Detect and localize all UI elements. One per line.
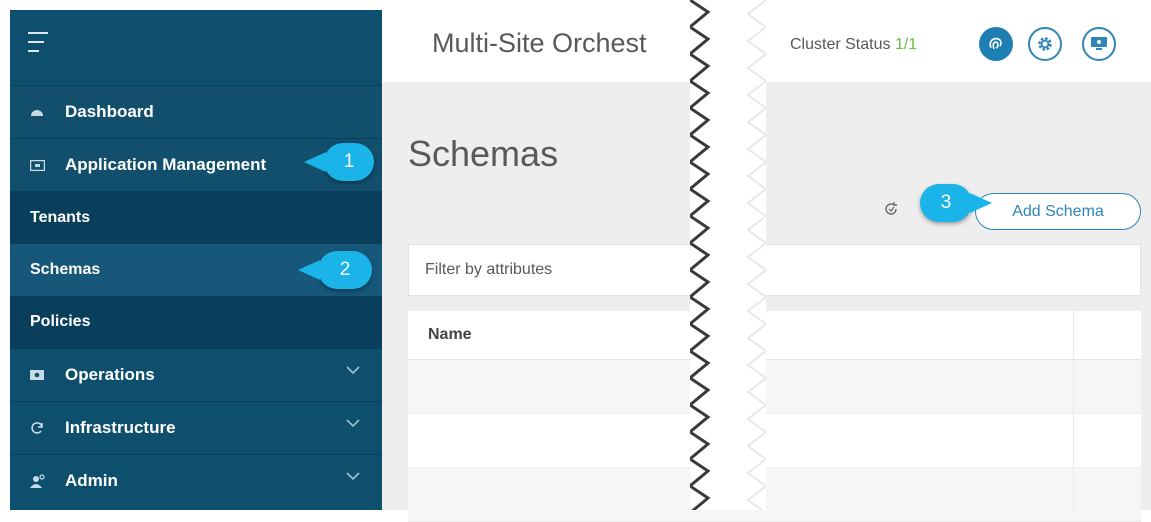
dashboard-icon xyxy=(29,107,45,117)
sidebar-item-policies[interactable]: Policies xyxy=(10,296,382,349)
callout-number: 1 xyxy=(343,151,355,172)
top-header: Multi-Site Orchest Cluster Status 1/1 xyxy=(382,0,1151,82)
fingerprint-icon[interactable] xyxy=(979,27,1013,61)
sidebar-subitem-label: Schemas xyxy=(30,261,101,278)
sidebar-header xyxy=(10,10,382,86)
column-header-name: Name xyxy=(428,326,472,343)
table-row[interactable] xyxy=(408,468,1141,522)
callout-1: 1 xyxy=(304,143,374,181)
operations-icon xyxy=(29,370,45,380)
hamburger-icon[interactable] xyxy=(28,32,48,54)
sidebar-item-label: Operations xyxy=(65,365,155,384)
sidebar-item-tenants[interactable]: Tenants xyxy=(10,192,382,244)
chevron-down-icon[interactable] xyxy=(346,471,360,481)
schemas-table: Name xyxy=(408,311,1141,522)
callout-3: 3 xyxy=(920,184,992,222)
app-title: Multi-Site Orchest xyxy=(432,28,647,58)
sidebar-item-infrastructure[interactable]: Infrastructure xyxy=(10,402,382,455)
add-schema-label: Add Schema xyxy=(1012,202,1104,220)
callout-pointer xyxy=(304,152,326,172)
chevron-down-icon[interactable] xyxy=(346,365,360,375)
callout-number: 3 xyxy=(940,192,952,213)
sidebar-item-label: Dashboard xyxy=(65,102,154,121)
sidebar-item-admin[interactable]: Admin xyxy=(10,455,382,507)
torn-edge xyxy=(690,0,766,510)
callout-pointer xyxy=(298,260,320,280)
chevron-down-icon[interactable] xyxy=(346,418,360,428)
filter-input[interactable]: Filter by attributes xyxy=(408,244,1141,296)
table-row[interactable] xyxy=(408,360,1141,414)
callout-pointer xyxy=(970,193,992,213)
cluster-status-label: Cluster Status xyxy=(790,36,891,53)
callout-2: 2 xyxy=(298,251,372,289)
app-window-icon xyxy=(29,159,45,171)
callout-number: 2 xyxy=(339,259,351,280)
refresh-icon[interactable] xyxy=(883,201,899,222)
cluster-status-value: 1/1 xyxy=(894,36,918,53)
add-schema-button[interactable]: Add Schema xyxy=(975,193,1141,230)
refresh-circle-icon xyxy=(29,421,45,435)
cluster-status[interactable]: Cluster Status 1/1 xyxy=(790,36,917,54)
admin-user-icon xyxy=(29,474,45,488)
sidebar-item-label: Admin xyxy=(65,471,118,490)
table-header-name[interactable]: Name xyxy=(408,311,1141,360)
page-title: Schemas xyxy=(408,133,559,174)
sidebar-item-dashboard[interactable]: Dashboard xyxy=(10,86,382,139)
sidebar-subitem-label: Tenants xyxy=(30,209,91,226)
filter-placeholder: Filter by attributes xyxy=(425,261,553,278)
table-row[interactable] xyxy=(408,414,1141,468)
gear-icon[interactable] xyxy=(1028,27,1062,61)
sidebar-item-label: Infrastructure xyxy=(65,418,176,437)
monitor-icon[interactable] xyxy=(1082,27,1116,61)
sidebar-subitem-label: Policies xyxy=(30,313,91,330)
sidebar-item-label: Application Management xyxy=(65,155,267,174)
sidebar-item-operations[interactable]: Operations xyxy=(10,349,382,402)
